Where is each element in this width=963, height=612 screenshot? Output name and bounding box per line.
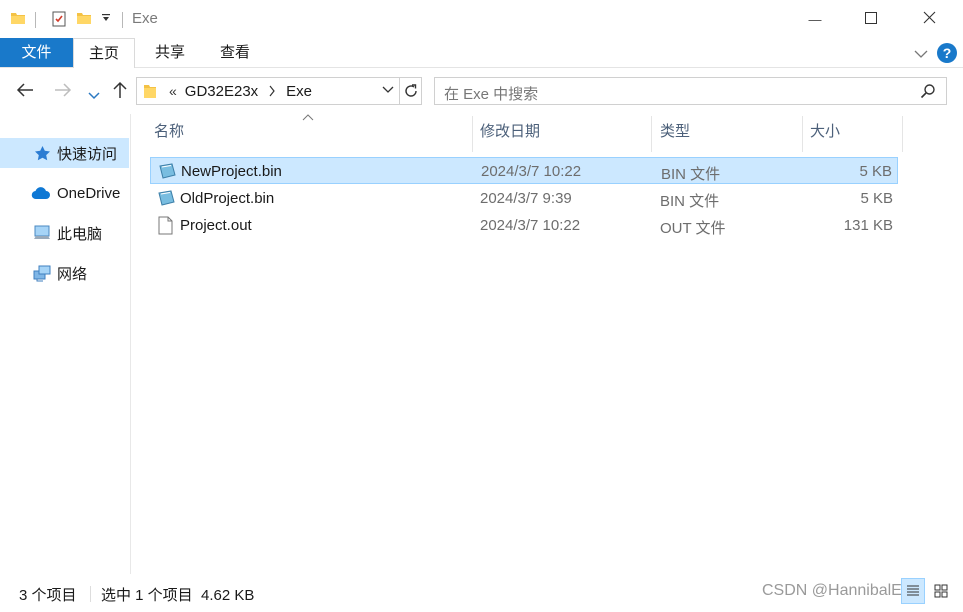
sidebar-item-this-pc[interactable]: 此电脑 (0, 218, 129, 248)
search-box[interactable]: 在 Exe 中搜索 (434, 77, 947, 105)
search-placeholder: 在 Exe 中搜索 (444, 86, 539, 103)
star-icon (34, 145, 51, 162)
folder-icon (10, 10, 26, 26)
search-icon[interactable] (920, 83, 936, 99)
file-name: NewProject.bin (181, 163, 282, 180)
maximize-icon (865, 11, 877, 28)
minimize-button[interactable]: — (787, 0, 843, 38)
recent-locations-button[interactable] (88, 85, 100, 106)
address-bar[interactable]: « GD32E23x Exe (136, 77, 400, 105)
address-dropdown-icon[interactable] (382, 86, 394, 95)
network-icon (33, 264, 51, 282)
expand-ribbon-icon[interactable] (914, 46, 928, 63)
address-overflow[interactable]: « (169, 83, 177, 99)
back-button[interactable] (16, 82, 34, 103)
ribbon: 文件 主页 共享 查看 ? (0, 38, 963, 69)
computer-icon (33, 225, 51, 241)
watermark: CSDN @HannibalEng (762, 582, 920, 599)
column-divider[interactable] (902, 116, 903, 152)
column-divider[interactable] (802, 116, 803, 152)
cloud-icon (31, 186, 51, 200)
close-button[interactable] (901, 0, 957, 38)
breadcrumb-exe[interactable]: Exe (286, 83, 312, 100)
file-type: BIN 文件 (660, 193, 720, 210)
separator (35, 12, 36, 28)
sidebar-item-onedrive[interactable]: OneDrive (0, 178, 129, 208)
title-bar: Exe — (0, 0, 963, 38)
refresh-icon (403, 83, 419, 99)
separator (90, 586, 91, 602)
separator (122, 12, 123, 28)
details-view-icon (906, 584, 920, 598)
bin-file-icon (157, 162, 177, 184)
file-type: BIN 文件 (661, 166, 721, 183)
column-divider[interactable] (651, 116, 652, 152)
up-button[interactable] (112, 81, 128, 104)
item-count: 3 个项目 (19, 587, 77, 604)
blank-file-icon (158, 216, 173, 239)
file-name: Project.out (180, 217, 252, 234)
column-header-name[interactable]: 名称 (154, 120, 184, 141)
file-date: 2024/3/7 10:22 (480, 217, 581, 234)
forward-button[interactable] (54, 82, 72, 103)
close-icon (923, 11, 936, 28)
large-icons-view-button[interactable] (929, 578, 953, 604)
properties-icon[interactable] (50, 10, 68, 28)
sort-ascending-icon (302, 114, 314, 121)
minimize-icon: — (808, 11, 822, 27)
large-icons-view-icon (934, 584, 948, 598)
chevron-right-icon[interactable] (268, 85, 276, 97)
window-title: Exe (132, 10, 158, 27)
file-size: 5 KB (859, 163, 892, 180)
refresh-button[interactable] (400, 77, 422, 105)
tab-home[interactable]: 主页 (73, 38, 135, 69)
file-type: OUT 文件 (660, 220, 726, 237)
sidebar-item-quick-access[interactable]: 快速访问 (0, 138, 129, 168)
file-row[interactable]: NewProject.bin 2024/3/7 10:22 BIN 文件 5 K… (150, 157, 898, 184)
new-folder-icon[interactable] (76, 10, 92, 26)
bin-file-icon (156, 189, 176, 211)
sidebar-item-label: 此电脑 (57, 225, 103, 243)
file-name: OldProject.bin (180, 190, 275, 207)
sidebar-item-label: 网络 (57, 265, 88, 283)
file-size: 131 KB (843, 217, 893, 234)
file-row[interactable]: Project.out 2024/3/7 10:22 OUT 文件 131 KB (150, 212, 898, 239)
file-date: 2024/3/7 10:22 (481, 163, 582, 180)
navigation-pane: 快速访问 OneDrive 此电脑 网络 (0, 114, 131, 574)
folder-icon (143, 83, 157, 99)
tab-view[interactable]: 查看 (205, 38, 265, 67)
file-size: 5 KB (860, 190, 893, 207)
column-divider[interactable] (472, 116, 473, 152)
sidebar-item-label: OneDrive (57, 184, 121, 202)
tab-share[interactable]: 共享 (140, 38, 200, 67)
file-date: 2024/3/7 9:39 (480, 190, 572, 207)
breadcrumb-gd32e23x[interactable]: GD32E23x (185, 83, 258, 100)
file-row[interactable]: OldProject.bin 2024/3/7 9:39 BIN 文件 5 KB (150, 185, 898, 212)
column-header-size[interactable]: 大小 (810, 120, 840, 141)
selection-info: 选中 1 个项目 4.62 KB (101, 587, 255, 604)
column-header-date[interactable]: 修改日期 (480, 120, 540, 141)
sidebar-item-network[interactable]: 网络 (0, 258, 129, 288)
tab-file[interactable]: 文件 (0, 38, 73, 67)
details-view-button[interactable] (901, 578, 925, 604)
help-button[interactable]: ? (937, 43, 957, 63)
customize-quick-access-icon[interactable] (101, 13, 111, 23)
column-header-type[interactable]: 类型 (660, 120, 690, 141)
navigation-bar: « GD32E23x Exe 在 Exe 中搜索 (0, 68, 963, 114)
sidebar-item-label: 快速访问 (57, 145, 118, 163)
maximize-button[interactable] (843, 0, 899, 38)
